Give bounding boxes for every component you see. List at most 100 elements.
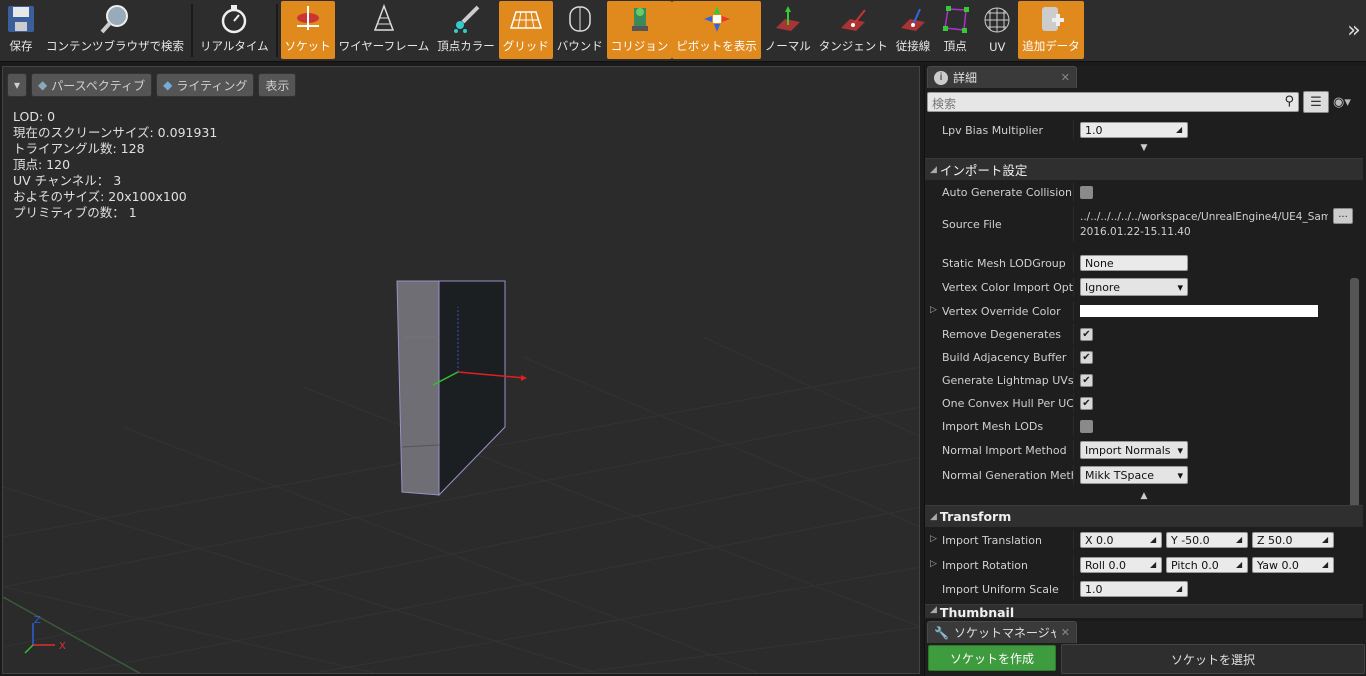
tangents-button[interactable]: タンジェント bbox=[815, 1, 892, 59]
realtime-label: リアルタイム bbox=[200, 39, 269, 53]
import-settings-section[interactable]: ◢ インポート設定 bbox=[925, 158, 1363, 180]
grid-label: グリッド bbox=[502, 39, 549, 53]
additional-data-button[interactable]: 追加データ bbox=[1018, 1, 1084, 59]
spin-icon: ◢ bbox=[1322, 535, 1329, 544]
tab-details[interactable]: i 詳細 ✕ bbox=[927, 66, 1077, 88]
thumbnail-section[interactable]: ◢ Thumbnail bbox=[925, 604, 1363, 618]
translation-z-input[interactable]: Z 50.0 ◢ bbox=[1252, 532, 1334, 548]
checkmark-icon: ✔ bbox=[1082, 397, 1091, 409]
socket-label: ソケット bbox=[284, 39, 331, 53]
build-adjacency-row: Build Adjacency Buffer ✔ bbox=[925, 347, 1353, 367]
expand-arrow-icon[interactable]: ▷ bbox=[930, 534, 937, 544]
translation-x-input[interactable]: X 0.0 ◢ bbox=[1080, 532, 1162, 548]
select-socket-button[interactable]: ソケットを選択 bbox=[1061, 644, 1365, 674]
main-toolbar: 保存 コンテンツブラウザで検索 リアルタイム ソケット ワイヤーフレーム 頂点カ… bbox=[0, 0, 1366, 62]
show-pivot-button[interactable]: ピボットを表示 bbox=[672, 1, 761, 59]
remove-degenerates-row: Remove Degenerates ✔ bbox=[925, 324, 1353, 344]
eye-icon: ◉▾ bbox=[1333, 94, 1351, 110]
import-rotation-label-wrap: ▷ Import Rotation bbox=[925, 559, 1073, 572]
build-adjacency-checkbox[interactable]: ✔ bbox=[1080, 350, 1093, 364]
perspective-button[interactable]: ◆ パースペクティブ bbox=[31, 73, 153, 97]
vertex-override-label: Vertex Override Color bbox=[942, 304, 1061, 318]
convex-hull-row: One Convex Hull Per UCX ✔ bbox=[925, 393, 1353, 413]
details-scrollbar[interactable] bbox=[1350, 278, 1359, 518]
transform-section[interactable]: ◢ Transform bbox=[925, 505, 1363, 527]
create-socket-button[interactable]: ソケットを作成 bbox=[928, 645, 1056, 671]
details-search-input[interactable]: 検索 ⚲ bbox=[927, 92, 1299, 112]
chevron-down-icon: ▾ bbox=[1177, 468, 1183, 482]
lpv-bias-input[interactable]: 1.0 ◢ bbox=[1080, 122, 1188, 138]
pivot-label: ピボットを表示 bbox=[676, 39, 757, 53]
lod-group-input[interactable]: None bbox=[1080, 255, 1188, 271]
close-icon[interactable]: ✕ bbox=[1061, 626, 1070, 639]
rotation-yaw-input[interactable]: Yaw 0.0 ◢ bbox=[1252, 557, 1334, 573]
rotation-roll-input[interactable]: Roll 0.0 ◢ bbox=[1080, 557, 1162, 573]
save-icon bbox=[4, 3, 38, 35]
normal-import-dropdown[interactable]: Import Normals ▾ bbox=[1080, 441, 1188, 459]
vertex-override-color-swatch[interactable] bbox=[1080, 305, 1318, 317]
wireframe-button[interactable]: ワイヤーフレーム bbox=[335, 1, 434, 59]
collapse-arrow-icon: ◢ bbox=[930, 511, 937, 522]
property-matrix-button[interactable]: ☰ bbox=[1303, 91, 1329, 113]
socket-manager-panel: 🔧 ソケットマネージャ ✕ ソケットを作成 ソケットを選択 bbox=[924, 621, 1366, 676]
grid-icon bbox=[509, 3, 543, 35]
vertex-override-label-wrap: ▷ Vertex Override Color bbox=[925, 305, 1073, 318]
expand-advanced-button[interactable]: ▼ bbox=[925, 143, 1363, 155]
checkmark-icon: ✔ bbox=[1082, 328, 1091, 340]
vertices-button[interactable]: 頂点 bbox=[934, 1, 976, 59]
uv-icon bbox=[980, 3, 1014, 37]
collapse-arrow-icon: ◢ bbox=[930, 605, 937, 615]
normal-generation-value: Mikk TSpace bbox=[1085, 468, 1155, 482]
wireframe-icon bbox=[367, 3, 401, 35]
expand-arrow-icon[interactable]: ▷ bbox=[930, 559, 937, 569]
tangents-label: タンジェント bbox=[818, 39, 888, 53]
chevron-down-icon: ▾ bbox=[1177, 280, 1183, 294]
auto-collision-checkbox[interactable] bbox=[1080, 185, 1093, 199]
transform-title: Transform bbox=[939, 509, 1012, 524]
import-rotation-label: Import Rotation bbox=[942, 558, 1029, 572]
source-file-label: Source File bbox=[942, 217, 1002, 231]
save-button[interactable]: 保存 bbox=[0, 1, 42, 59]
realtime-button[interactable]: リアルタイム bbox=[196, 1, 273, 59]
normal-import-label: Normal Import Method bbox=[942, 443, 1067, 457]
lod-group-row: Static Mesh LODGroup None bbox=[925, 253, 1353, 273]
collision-toggle-button[interactable]: コリジョン bbox=[606, 1, 673, 59]
rotation-pitch-input[interactable]: Pitch 0.0 ◢ bbox=[1166, 557, 1248, 573]
convex-hull-checkbox[interactable]: ✔ bbox=[1080, 396, 1093, 410]
close-icon[interactable]: ✕ bbox=[1061, 71, 1070, 84]
stat-uv-channels: UV チャンネル： 3 bbox=[13, 173, 122, 188]
lighting-label: ライティング bbox=[176, 78, 248, 93]
show-button[interactable]: 表示 bbox=[258, 73, 297, 97]
toolbar-overflow-button[interactable]: » bbox=[1342, 0, 1366, 60]
lighting-button[interactable]: ◆ ライティング bbox=[156, 73, 255, 97]
generate-lightmap-checkbox[interactable]: ✔ bbox=[1080, 373, 1093, 387]
tab-socket-manager[interactable]: 🔧 ソケットマネージャ ✕ bbox=[927, 621, 1077, 643]
vertex-color-button[interactable]: 頂点カラー bbox=[433, 1, 499, 59]
normals-button[interactable]: ノーマル bbox=[761, 1, 815, 59]
mesh-viewport[interactable]: Z X ▾ ◆ パースペクティブ ◆ ライティング 表示 LOD: 0 現在のスクリ… bbox=[2, 66, 920, 674]
grid-toggle-button[interactable]: グリッド bbox=[498, 1, 553, 59]
import-rotation-row: ▷ Import Rotation Roll 0.0 ◢ Pitch 0.0 ◢ Y… bbox=[925, 555, 1353, 575]
stat-approx-size: およそのサイズ: 20x100x100 bbox=[13, 189, 187, 204]
bounds-button[interactable]: バウンド bbox=[553, 1, 607, 59]
import-mesh-lods-checkbox[interactable] bbox=[1080, 419, 1093, 433]
translation-y-input[interactable]: Y -50.0 ◢ bbox=[1166, 532, 1248, 548]
uniform-scale-input[interactable]: 1.0 ◢ bbox=[1080, 581, 1188, 597]
browse-button[interactable]: ... bbox=[1333, 208, 1353, 224]
remove-degenerates-checkbox[interactable]: ✔ bbox=[1080, 327, 1093, 341]
binormals-button[interactable]: 従接線 bbox=[892, 1, 935, 59]
vertex-color-import-dropdown[interactable]: Ignore ▾ bbox=[1080, 278, 1188, 296]
view-options-button[interactable]: ◉▾ bbox=[1333, 95, 1351, 110]
toolbar-separator bbox=[275, 4, 278, 57]
spin-icon: ◢ bbox=[1150, 535, 1157, 544]
normal-generation-dropdown[interactable]: Mikk TSpace ▾ bbox=[1080, 466, 1188, 484]
socket-toggle-button[interactable]: ソケット bbox=[280, 1, 335, 59]
perspective-icon: ◆ bbox=[38, 78, 48, 92]
viewport-options-button[interactable]: ▾ bbox=[7, 73, 27, 97]
uv-button[interactable]: UV bbox=[976, 1, 1018, 59]
thumbnail-title: Thumbnail bbox=[939, 605, 1015, 618]
collision-label: コリジョン bbox=[610, 39, 669, 53]
find-in-content-browser-button[interactable]: コンテンツブラウザで検索 bbox=[42, 1, 188, 59]
collapse-advanced-button[interactable]: ▲ bbox=[925, 491, 1363, 503]
expand-arrow-icon[interactable]: ▷ bbox=[930, 305, 937, 315]
